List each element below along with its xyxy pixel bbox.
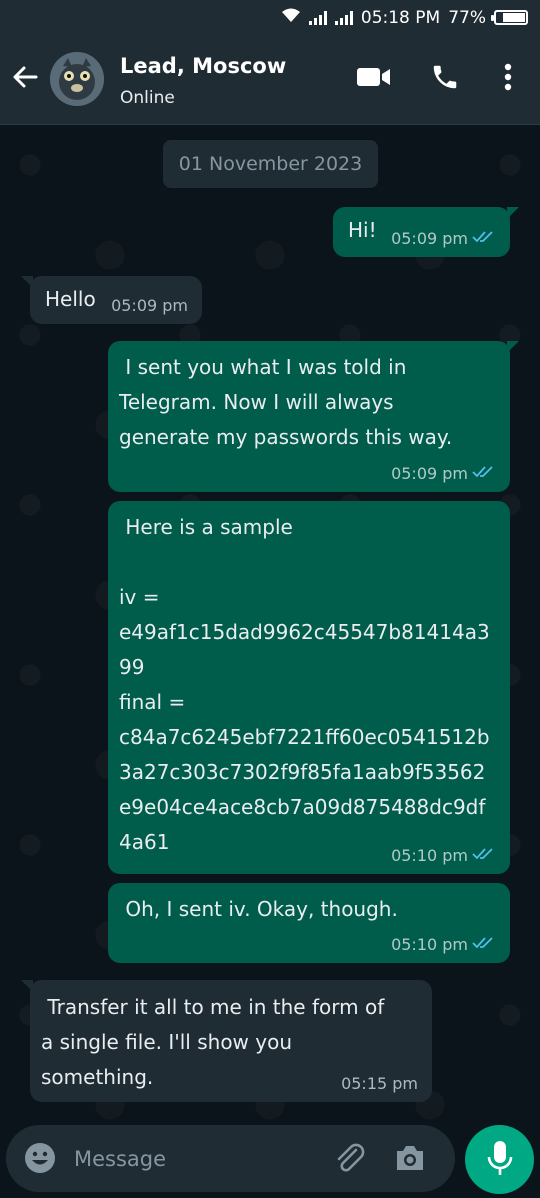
message-meta: 05:15 pm <box>341 1074 418 1094</box>
double-check-icon <box>472 935 496 955</box>
wifi-icon <box>281 7 301 28</box>
message-bubble[interactable]: Hi! 05:09 pm <box>333 207 519 257</box>
mic-button[interactable] <box>465 1125 534 1194</box>
phone-icon[interactable] <box>428 60 462 94</box>
more-options-icon[interactable] <box>494 60 522 94</box>
message-bubble[interactable]: Oh, I sent iv. Okay, though. 05:10 pm <box>108 883 510 963</box>
contact-status: Online <box>120 88 175 108</box>
message-time: 05:09 pm <box>391 464 468 483</box>
message-text: Here is a sample iv = e49af1c15dad9962c4… <box>119 515 490 854</box>
message-meta: 05:10 pm <box>391 935 496 955</box>
back-arrow-icon[interactable] <box>10 62 40 92</box>
message-text: I sent you what I was told in Telegram. … <box>119 355 453 449</box>
chat-header: Lead, Moscow Online <box>0 36 540 125</box>
message-time: 05:15 pm <box>341 1074 418 1093</box>
attach-icon[interactable] <box>332 1141 366 1179</box>
message-time: 05:10 pm <box>391 935 468 954</box>
camera-icon[interactable] <box>394 1143 426 1177</box>
message-meta: 05:10 pm <box>391 846 496 866</box>
status-bar: 05:18 PM 77% <box>0 0 540 36</box>
message-meta: 05:09 pm <box>391 464 496 484</box>
chat-area[interactable]: 01 November 2023 Hi! 05:09 pm Hello 05:0… <box>0 125 540 1125</box>
message-bubble[interactable]: I sent you what I was told in Telegram. … <box>108 341 519 492</box>
message-time: 05:09 pm <box>111 296 188 315</box>
date-separator: 01 November 2023 <box>163 140 378 188</box>
signal-icon <box>334 10 353 25</box>
message-text: Oh, I sent iv. Okay, though. <box>119 897 398 921</box>
avatar[interactable] <box>50 52 104 106</box>
double-check-icon <box>472 846 496 866</box>
double-check-icon <box>472 229 496 249</box>
message-meta: 05:09 pm <box>111 296 188 316</box>
message-bubble[interactable]: Transfer it all to me in the form of a s… <box>21 980 432 1102</box>
status-time: 05:18 PM <box>360 7 441 28</box>
signal-icon <box>308 10 327 25</box>
message-time: 05:09 pm <box>391 229 468 248</box>
message-composer <box>6 1125 455 1192</box>
battery-icon <box>491 10 528 25</box>
message-time: 05:10 pm <box>391 846 468 865</box>
message-input[interactable] <box>72 1139 316 1179</box>
battery-percent: 77% <box>448 7 486 28</box>
emoji-icon[interactable] <box>24 1142 56 1178</box>
double-check-icon <box>472 464 496 484</box>
video-call-icon[interactable] <box>356 60 392 94</box>
message-meta: 05:09 pm <box>391 229 496 249</box>
contact-name[interactable]: Lead, Moscow <box>120 54 286 78</box>
mic-icon <box>486 1140 514 1180</box>
message-bubble[interactable]: Hello 05:09 pm <box>21 276 202 324</box>
message-bubble[interactable]: Here is a sample iv = e49af1c15dad9962c4… <box>108 501 510 874</box>
